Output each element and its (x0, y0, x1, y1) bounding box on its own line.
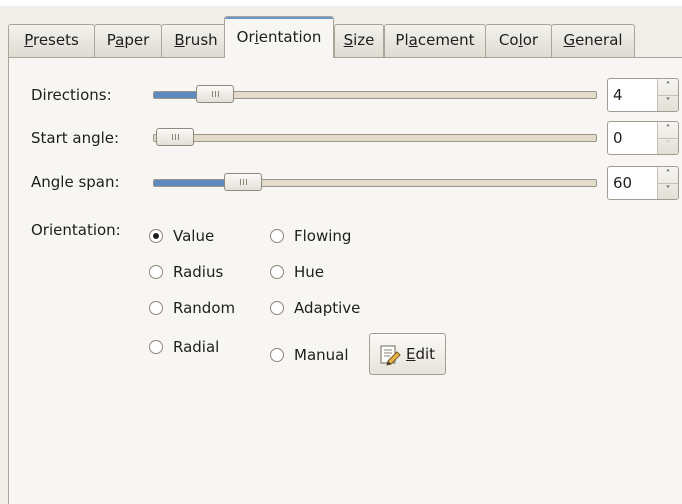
radio-indicator (149, 301, 163, 315)
edit-document-icon (380, 345, 401, 366)
radio-label: Value (173, 227, 215, 245)
tab-placement[interactable]: Placement (384, 24, 486, 57)
directions-spinbutton[interactable]: ˄ ˅ (607, 78, 679, 112)
radio-label: Random (173, 299, 236, 317)
radio-indicator (270, 229, 284, 243)
tab-label: Orientation (236, 28, 322, 46)
edit-button-label: Edit (406, 334, 435, 374)
directions-slider[interactable] (153, 85, 597, 103)
tab-paper[interactable]: Paper (94, 24, 162, 57)
tab-label: Placement (395, 31, 475, 49)
angle-span-slider[interactable] (153, 173, 597, 191)
angle-span-stepper: ˄ ˅ (657, 167, 678, 199)
start-angle-input[interactable] (608, 122, 663, 154)
tab-general[interactable]: General (551, 24, 635, 57)
radio-indicator (149, 340, 163, 354)
tab-brush[interactable]: Brush (161, 24, 231, 57)
angle-span-increase-button[interactable]: ˄ (658, 167, 678, 184)
radio-indicator (270, 348, 284, 362)
start-angle-decrease-button[interactable]: ˅ (658, 138, 678, 154)
edit-label-rest: dit (415, 345, 436, 363)
directions-input[interactable] (608, 79, 663, 111)
gimpressionist-dialog: Presets Paper Brush Orientation Size Pla… (0, 6, 682, 504)
radio-label: Adaptive (294, 299, 361, 317)
radio-label: Radius (173, 263, 224, 281)
tab-orientation[interactable]: Orientation (224, 16, 334, 58)
angle-span-slider-thumb[interactable] (224, 173, 263, 191)
directions-decrease-button[interactable]: ˅ (658, 95, 678, 111)
tab-size[interactable]: Size (334, 24, 384, 57)
orientation-panel: Directions: ˄ ˅ Start angle: ˄ ˅ Angle (8, 57, 682, 504)
directions-stepper: ˄ ˅ (657, 79, 678, 111)
angle-span-spinbutton[interactable]: ˄ ˅ (607, 166, 679, 200)
tab-bar: Presets Paper Brush Orientation Size Pla… (8, 16, 682, 58)
tab-label: Brush (174, 31, 218, 49)
tab-label: Color (498, 31, 539, 49)
radio-indicator (149, 265, 163, 279)
radio-indicator (270, 301, 284, 315)
tab-color[interactable]: Color (485, 24, 552, 57)
tab-label: Presets (24, 31, 79, 49)
angle-span-decrease-button[interactable]: ˅ (658, 183, 678, 199)
start-angle-slider[interactable] (153, 128, 597, 146)
radio-indicator (270, 265, 284, 279)
radio-label: Manual (294, 346, 349, 364)
tab-presets[interactable]: Presets (8, 24, 95, 57)
start-angle-increase-button[interactable]: ˄ (658, 122, 678, 139)
start-angle-spinbutton[interactable]: ˄ ˅ (607, 121, 679, 155)
radio-label: Radial (173, 338, 220, 356)
angle-span-label: Angle span: (31, 173, 120, 191)
directions-label: Directions: (31, 86, 112, 104)
radio-indicator (149, 229, 163, 243)
radio-label: Hue (294, 263, 325, 281)
start-angle-slider-thumb[interactable] (156, 128, 194, 146)
tab-label: Paper (106, 31, 150, 49)
tab-label: General (563, 31, 623, 49)
start-angle-label: Start angle: (31, 129, 120, 147)
tab-label: Size (343, 31, 375, 49)
orientation-label: Orientation: (31, 221, 121, 239)
directions-slider-thumb[interactable] (196, 85, 235, 103)
directions-increase-button[interactable]: ˄ (658, 79, 678, 96)
edit-button[interactable]: Edit (369, 333, 446, 375)
radio-label: Flowing (294, 227, 352, 245)
angle-span-input[interactable] (608, 167, 663, 199)
start-angle-stepper: ˄ ˅ (657, 122, 678, 154)
